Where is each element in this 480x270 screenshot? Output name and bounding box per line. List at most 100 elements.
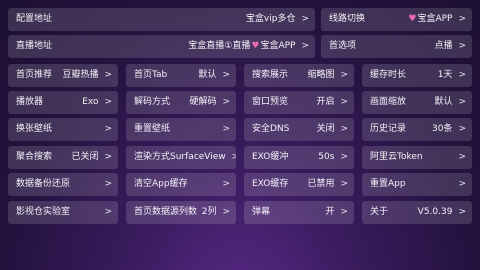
setting-value: 已禁用 (307, 179, 335, 189)
setting-home-tab[interactable]: 首页Tab 默认 > (126, 64, 236, 87)
setting-lab[interactable]: 影视仓实验室 > (8, 201, 118, 224)
heart-icon: ♥ (251, 41, 260, 51)
chevron-right-icon: > (104, 124, 112, 134)
setting-value: V5.0.39 (417, 207, 453, 217)
setting-data-backup[interactable]: 数据备份还原 > (8, 173, 118, 196)
setting-value: 开启 (316, 97, 335, 107)
setting-label: 首页推荐 (16, 70, 53, 80)
chevron-right-icon: > (222, 179, 230, 189)
setting-label: 换张壁纸 (16, 124, 53, 134)
setting-label: 聚合搜索 (16, 152, 53, 162)
setting-label: 首选项 (329, 41, 357, 51)
setting-value: 默认 (434, 97, 453, 107)
setting-player[interactable]: 播放器 Exo > (8, 91, 118, 114)
setting-label: 缓存时长 (370, 70, 407, 80)
setting-home-columns[interactable]: 首页数据源列数 2列 > (126, 201, 236, 224)
chevron-right-icon: > (340, 152, 348, 162)
setting-value: 已关闭 (71, 152, 99, 162)
setting-value: 点播 (434, 41, 453, 51)
chevron-right-icon: > (340, 124, 348, 134)
chevron-right-icon: > (104, 179, 112, 189)
chevron-right-icon: > (458, 207, 466, 217)
setting-preference[interactable]: 首选项 点播 > (321, 35, 472, 58)
chevron-right-icon: > (104, 97, 112, 107)
setting-label: 渲染方式 (134, 152, 171, 162)
setting-value: 30条 (432, 124, 453, 134)
setting-secure-dns[interactable]: 安全DNS 关闭 > (244, 118, 354, 141)
setting-label: 线路切换 (329, 14, 366, 24)
setting-cache-duration[interactable]: 缓存时长 1天 > (362, 64, 472, 87)
setting-exo-cache[interactable]: EXO缓存 已禁用 > (244, 173, 354, 196)
setting-line-switch[interactable]: 线路切换 ♥ 宝盒APP > (321, 8, 472, 31)
setting-label: 阿里云Token (370, 152, 423, 162)
setting-value: 宝盒APP (417, 14, 453, 24)
chevron-right-icon: > (458, 14, 466, 24)
setting-exo-buffer[interactable]: EXO缓冲 50s > (244, 146, 354, 169)
chevron-right-icon: > (458, 41, 466, 51)
setting-value: 关闭 (316, 124, 335, 134)
chevron-right-icon: > (104, 152, 112, 162)
chevron-right-icon: > (222, 70, 230, 80)
chevron-right-icon: > (222, 124, 230, 134)
chevron-right-icon: > (340, 97, 348, 107)
setting-label: 安全DNS (252, 124, 290, 134)
setting-label: 搜索展示 (252, 70, 289, 80)
setting-clear-app-cache[interactable]: 清空App缓存 > (126, 173, 236, 196)
chevron-right-icon: > (301, 41, 309, 51)
setting-render-mode[interactable]: 渲染方式 SurfaceView > (126, 146, 236, 169)
setting-label: EXO缓冲 (252, 152, 289, 162)
setting-search-display[interactable]: 搜索展示 缩略图 > (244, 64, 354, 87)
chevron-right-icon: > (104, 207, 112, 217)
setting-home-recommend[interactable]: 首页推荐 豆瓣热播 > (8, 64, 118, 87)
chevron-right-icon: > (104, 70, 112, 80)
setting-label: 窗口预览 (252, 97, 289, 107)
setting-about[interactable]: 关于 V5.0.39 > (362, 201, 472, 224)
setting-label: 影视仓实验室 (16, 207, 71, 217)
setting-label: 重置App (370, 179, 406, 189)
setting-label: 首页数据源列数 (134, 207, 198, 217)
setting-label: 关于 (370, 207, 389, 217)
setting-label: 重置壁纸 (134, 124, 171, 134)
setting-label: 弹幕 (252, 207, 271, 217)
setting-danmaku[interactable]: 弹幕 开 > (244, 201, 354, 224)
setting-reset-app[interactable]: 重置App > (362, 173, 472, 196)
setting-label: 配置地址 (16, 14, 53, 24)
setting-history[interactable]: 历史记录 30条 > (362, 118, 472, 141)
setting-value: 豆瓣热播 (62, 70, 99, 80)
chevron-right-icon: > (458, 97, 466, 107)
chevron-right-icon: > (231, 152, 236, 162)
chevron-right-icon: > (340, 207, 348, 217)
setting-value: 宝盒vip多仓 (245, 14, 296, 24)
setting-value: Exo (82, 97, 99, 107)
setting-change-wallpaper[interactable]: 换张壁纸 > (8, 118, 118, 141)
setting-label: 首页Tab (134, 70, 168, 80)
heart-icon: ♥ (408, 14, 417, 24)
setting-screen-scale[interactable]: 画面缩放 默认 > (362, 91, 472, 114)
setting-window-preview[interactable]: 窗口预览 开启 > (244, 91, 354, 114)
setting-config-address[interactable]: 配置地址 宝盒vip多仓 > (8, 8, 315, 31)
chevron-right-icon: > (301, 14, 309, 24)
setting-label: 直播地址 (16, 41, 53, 51)
setting-value-suffix: 宝盒APP (260, 41, 296, 51)
setting-label: 数据备份还原 (16, 179, 71, 189)
setting-value: 宝盒直播①直播 (188, 41, 251, 51)
setting-aliyun-token[interactable]: 阿里云Token > (362, 146, 472, 169)
setting-label: 解码方式 (134, 97, 171, 107)
setting-label: 清空App缓存 (134, 179, 188, 189)
chevron-right-icon: > (458, 124, 466, 134)
setting-value: 硬解码 (189, 97, 217, 107)
setting-aggregate-search[interactable]: 聚合搜索 已关闭 > (8, 146, 118, 169)
setting-label: 历史记录 (370, 124, 407, 134)
setting-value: 默认 (198, 70, 217, 80)
setting-reset-wallpaper[interactable]: 重置壁纸 > (126, 118, 236, 141)
setting-value: 2列 (201, 207, 217, 217)
chevron-right-icon: > (458, 152, 466, 162)
setting-decode-mode[interactable]: 解码方式 硬解码 > (126, 91, 236, 114)
chevron-right-icon: > (458, 179, 466, 189)
setting-live-address[interactable]: 直播地址 宝盒直播①直播 ♥ 宝盒APP > (8, 35, 315, 58)
setting-label: 播放器 (16, 97, 44, 107)
chevron-right-icon: > (340, 179, 348, 189)
setting-value: SurfaceView (170, 152, 226, 162)
chevron-right-icon: > (340, 70, 348, 80)
chevron-right-icon: > (458, 70, 466, 80)
